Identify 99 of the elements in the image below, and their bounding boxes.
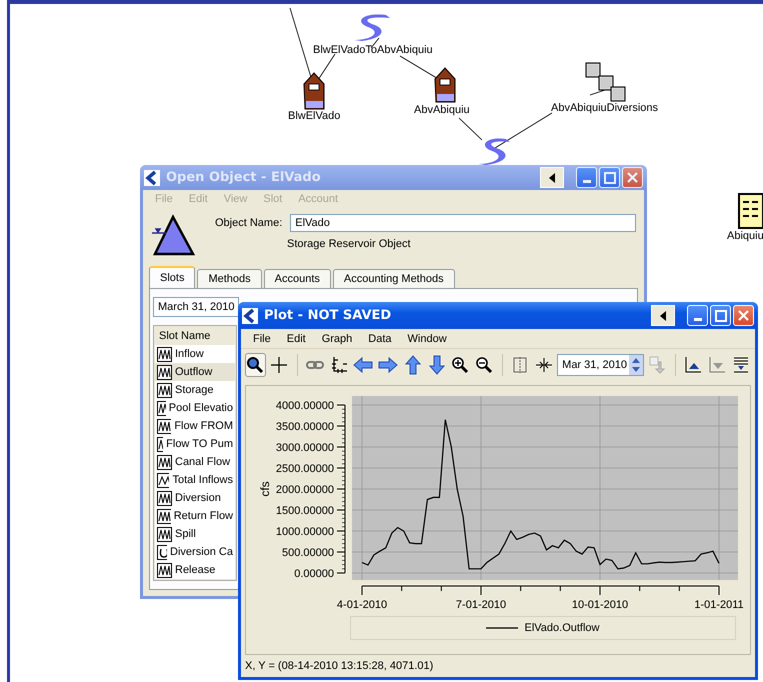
- calendar-arrow-icon: [648, 356, 666, 374]
- inward-arrows-icon: [534, 356, 553, 374]
- wave-icon: [157, 508, 171, 524]
- spinner-arrows-icon: [628, 355, 643, 375]
- object-name-field[interactable]: ElVado: [290, 214, 636, 232]
- link-line: [458, 118, 482, 140]
- menu-item[interactable]: Edit: [278, 332, 314, 344]
- app-logo-icon: [144, 170, 160, 186]
- minimize-icon: [582, 180, 590, 184]
- down-arrow-icon: [428, 355, 446, 375]
- right-arrow-icon: [378, 356, 398, 374]
- y-tick-label: 4000.00000: [276, 400, 334, 412]
- y-tick-label: 3500.00000: [276, 421, 334, 433]
- wave-icon: [157, 346, 172, 362]
- close-button[interactable]: [733, 305, 754, 326]
- y-tick-label: 1500.00000: [276, 505, 334, 517]
- zoom-out-icon: [475, 356, 494, 374]
- table-icon[interactable]: [738, 193, 763, 229]
- triangle-reservoir-icon: [151, 214, 195, 258]
- split-frame-icon: [510, 356, 529, 374]
- stacked-tiles-icon[interactable]: [585, 62, 627, 102]
- tab[interactable]: Accounting Methods: [332, 269, 455, 288]
- axes-icon: [330, 356, 348, 374]
- wave-icon: [157, 526, 172, 542]
- pan-down-button[interactable]: [426, 353, 447, 377]
- tab[interactable]: Slots: [149, 266, 196, 288]
- y-tick-label: 500.00000: [282, 547, 334, 559]
- column-header[interactable]: Slot Name: [155, 327, 235, 345]
- y-tick-label: 3000.00000: [276, 442, 334, 454]
- slot-row[interactable]: Return Flow: [155, 507, 235, 525]
- menu-item[interactable]: File: [245, 332, 279, 344]
- up-arrow-icon: [404, 355, 422, 375]
- slot-row[interactable]: Total Inflows: [155, 471, 235, 489]
- wave-icon: [157, 436, 164, 452]
- window-title: Open Object - ElVado: [166, 170, 322, 186]
- left-arrow-icon: [353, 356, 374, 374]
- crosshair-icon: [270, 356, 288, 374]
- wave-icon: [157, 364, 172, 380]
- node-label: BlwElVado: [288, 110, 340, 122]
- y-tick-label: 2500.00000: [276, 463, 334, 475]
- x-tick-label: 4-01-2010: [336, 599, 388, 611]
- menu-item[interactable]: Graph: [314, 332, 360, 344]
- tab[interactable]: Accounts: [264, 269, 331, 288]
- left-triangle-icon: [548, 172, 556, 183]
- x-tick-label: 1-01-2011: [694, 599, 744, 611]
- slot-row[interactable]: Outflow: [155, 363, 235, 381]
- house-icon[interactable]: [302, 72, 326, 110]
- legend-label: ElVado.Outflow: [524, 622, 600, 634]
- app-logo-icon: [242, 308, 258, 324]
- up-triangle-axis-icon: [684, 356, 702, 374]
- wave-icon: [157, 490, 172, 506]
- close-icon: [738, 310, 749, 321]
- minimize-icon: [694, 318, 702, 321]
- x-tick-label: 7-01-2010: [456, 599, 506, 611]
- collapse-button[interactable]: [651, 305, 675, 326]
- close-icon: [627, 172, 638, 184]
- zoom-tool-button[interactable]: [245, 353, 266, 377]
- wave-icon: [157, 562, 172, 578]
- menu-item[interactable]: Data: [360, 332, 400, 344]
- menu-item[interactable]: Window: [400, 332, 455, 344]
- link-line: [590, 90, 606, 96]
- link-line: [318, 54, 336, 80]
- maximize-icon: [714, 310, 726, 322]
- status-text: X, Y = (08-14-2010 13:15:28, 4071.01): [245, 660, 434, 672]
- y-tick-label: 0.00000: [294, 568, 334, 580]
- node-label: Abiquiu: [727, 230, 763, 242]
- y-axis-label: cfs: [258, 481, 272, 497]
- date-spinner[interactable]: Mar 31, 2010: [557, 354, 644, 376]
- zoom-in-icon: [451, 356, 470, 374]
- tab[interactable]: Methods: [197, 269, 262, 288]
- slot-row[interactable]: Diversion Ca: [155, 543, 235, 561]
- link-line: [494, 112, 552, 148]
- down-triangle-axis-icon: [708, 356, 726, 374]
- y-tick-label: 1000.00000: [276, 526, 334, 538]
- field-label: Object Name:: [215, 217, 282, 229]
- node-label: BlwElVadoToAbvAbiquiu: [313, 44, 433, 56]
- left-triangle-icon: [659, 310, 667, 320]
- node-label: AbvAbiquiuDiversions: [551, 102, 658, 114]
- house-icon[interactable]: [433, 67, 457, 103]
- cycle-icon: [157, 544, 168, 560]
- wave-icon: [157, 418, 172, 434]
- maximize-icon: [604, 172, 616, 184]
- maximize-button[interactable]: [710, 305, 731, 326]
- lines-down-icon: [732, 356, 750, 374]
- x-tick-label: 10-01-2010: [572, 599, 628, 611]
- window-title: Plot - NOT SAVED: [264, 308, 392, 323]
- search-icon: [246, 356, 264, 374]
- node-label: AbvAbiquiu: [414, 104, 470, 116]
- single-wave-icon: [157, 472, 170, 488]
- wave-icon: [157, 454, 172, 470]
- object-type-text: Storage Reservoir Object: [287, 238, 412, 250]
- y-tick-label: 2000.00000: [276, 484, 334, 496]
- minimize-button[interactable]: [687, 305, 708, 326]
- wave-icon: [157, 382, 172, 398]
- slot-row[interactable]: Inflow: [155, 345, 235, 363]
- pan-up-button[interactable]: [402, 353, 424, 377]
- date-field[interactable]: March 31, 2010: [153, 297, 239, 317]
- wave-icon: [157, 400, 166, 416]
- legend-line-icon: [486, 626, 518, 630]
